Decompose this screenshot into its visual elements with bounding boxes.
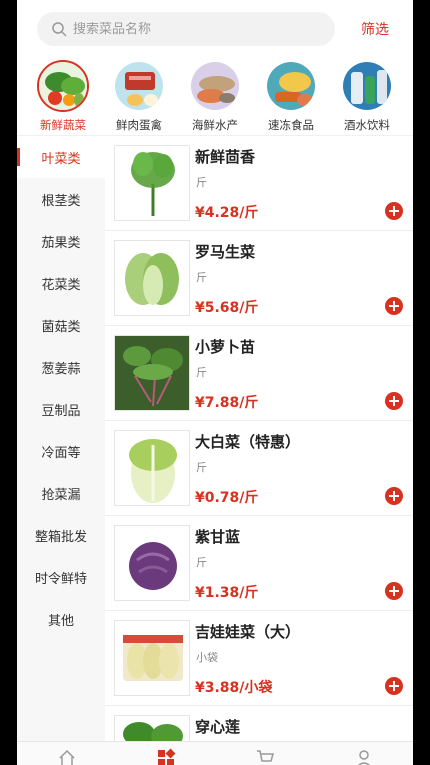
product-price: ¥7.88/斤 bbox=[195, 395, 259, 411]
search-box[interactable] bbox=[37, 12, 335, 46]
sidebar-item-flower[interactable]: 花菜类 bbox=[17, 262, 105, 304]
sidebar-item-leafy[interactable]: 叶菜类 bbox=[17, 136, 105, 178]
add-to-cart-icon[interactable] bbox=[385, 297, 403, 315]
sidebar-item-cold-noodles[interactable]: 冷面等 bbox=[17, 430, 105, 472]
meat-image bbox=[113, 60, 165, 112]
product-price: ¥5.68/斤 bbox=[195, 300, 259, 316]
home-icon bbox=[58, 749, 75, 765]
filter-button[interactable]: 筛选 bbox=[361, 19, 389, 39]
frozen-food-image bbox=[265, 60, 317, 112]
product-price: ¥4.28/斤 bbox=[195, 205, 259, 221]
product-card[interactable]: 罗马生菜 斤 ¥5.68/斤 bbox=[105, 231, 413, 326]
drinks-image bbox=[341, 60, 393, 112]
category-drinks[interactable]: 酒水饮料 bbox=[332, 56, 402, 135]
sidebar-item-onion-ginger-garlic[interactable]: 葱姜蒜 bbox=[17, 346, 105, 388]
sidebar-item-deals[interactable]: 抢菜漏 bbox=[17, 472, 105, 514]
product-unit: 斤 bbox=[196, 461, 207, 474]
search-bar: 筛选 bbox=[17, 0, 413, 56]
tab-category[interactable] bbox=[146, 742, 186, 765]
search-input[interactable] bbox=[73, 21, 313, 37]
product-price: ¥0.78/斤 bbox=[195, 490, 259, 506]
product-unit: 小袋 bbox=[196, 651, 218, 664]
sidebar-item-tofu[interactable]: 豆制品 bbox=[17, 388, 105, 430]
add-to-cart-icon[interactable] bbox=[385, 582, 403, 600]
product-unit: 斤 bbox=[196, 271, 207, 284]
sidebar-item-other[interactable]: 其他 bbox=[17, 598, 105, 640]
tab-profile[interactable] bbox=[344, 742, 384, 765]
romaine-image bbox=[114, 240, 190, 316]
app-screen: 筛选 新鲜蔬菜 bbox=[17, 0, 413, 765]
baby-cabbage-image bbox=[114, 620, 190, 696]
product-card[interactable]: 紫甘蓝 斤 ¥1.38/斤 bbox=[105, 516, 413, 611]
product-card[interactable]: 小萝卜苗 斤 ¥7.88/斤 bbox=[105, 326, 413, 421]
category-fresh-vegetables[interactable]: 新鲜蔬菜 bbox=[28, 56, 98, 135]
category-label: 鲜肉蛋禽 bbox=[116, 118, 162, 132]
add-to-cart-icon[interactable] bbox=[385, 487, 403, 505]
product-card[interactable]: 新鲜茴香 斤 ¥4.28/斤 bbox=[105, 136, 413, 231]
product-list: 新鲜茴香 斤 ¥4.28/斤 罗马生菜 斤 ¥5.68/斤 小萝卜苗 斤 ¥7.… bbox=[105, 136, 413, 741]
category-label: 酒水饮料 bbox=[344, 118, 390, 132]
product-name: 罗马生菜 bbox=[195, 243, 256, 261]
user-icon bbox=[357, 750, 370, 765]
category-label: 速冻食品 bbox=[268, 118, 314, 132]
sidebar-item-wholesale[interactable]: 整箱批发 bbox=[17, 514, 105, 556]
category-seafood[interactable]: 海鲜水产 bbox=[180, 56, 250, 135]
subcategory-sidebar: 叶菜类 根茎类 茄果类 花菜类 菌菇类 葱姜蒜 豆制品 冷面等 抢菜漏 整箱批发… bbox=[17, 136, 105, 741]
search-icon bbox=[52, 22, 67, 37]
cart-icon bbox=[256, 750, 274, 762]
category-label: 新鲜蔬菜 bbox=[40, 118, 86, 132]
napa-cabbage-image bbox=[114, 430, 190, 506]
product-name: 大白菜（特惠） bbox=[195, 433, 301, 451]
category-label: 海鲜水产 bbox=[192, 118, 238, 132]
product-unit: 斤 bbox=[196, 176, 207, 189]
category-row: 新鲜蔬菜 鲜肉蛋禽 海鲜水产 速冻食品 酒水饮料 bbox=[17, 56, 413, 136]
product-name: 吉娃娃菜（大） bbox=[195, 623, 301, 641]
category-icon bbox=[157, 748, 175, 765]
tab-home[interactable] bbox=[47, 742, 87, 765]
product-name: 紫甘蓝 bbox=[195, 528, 241, 546]
sidebar-item-nightshade[interactable]: 茄果类 bbox=[17, 220, 105, 262]
fennel-image bbox=[114, 145, 190, 221]
product-unit: 斤 bbox=[196, 366, 207, 379]
andrographis-image bbox=[114, 715, 190, 741]
red-cabbage-image bbox=[114, 525, 190, 601]
add-to-cart-icon[interactable] bbox=[385, 392, 403, 410]
bottom-tab-bar bbox=[17, 741, 413, 765]
seafood-image bbox=[189, 60, 241, 112]
add-to-cart-icon[interactable] bbox=[385, 202, 403, 220]
sidebar-item-root[interactable]: 根茎类 bbox=[17, 178, 105, 220]
add-to-cart-icon[interactable] bbox=[385, 677, 403, 695]
radish-sprouts-image bbox=[114, 335, 190, 411]
product-price: ¥1.38/斤 bbox=[195, 585, 259, 601]
product-card[interactable]: 穿心莲 bbox=[105, 706, 413, 741]
product-name: 穿心莲 bbox=[195, 718, 241, 736]
product-unit: 斤 bbox=[196, 556, 207, 569]
product-price: ¥3.88/小袋 bbox=[195, 680, 273, 696]
tab-cart[interactable] bbox=[245, 742, 285, 765]
product-card[interactable]: 吉娃娃菜（大） 小袋 ¥3.88/小袋 bbox=[105, 611, 413, 706]
product-name: 新鲜茴香 bbox=[195, 148, 256, 166]
category-frozen-food[interactable]: 速冻食品 bbox=[256, 56, 326, 135]
sidebar-item-mushroom[interactable]: 菌菇类 bbox=[17, 304, 105, 346]
product-name: 小萝卜苗 bbox=[195, 338, 256, 356]
product-card[interactable]: 大白菜（特惠） 斤 ¥0.78/斤 bbox=[105, 421, 413, 516]
sidebar-item-seasonal[interactable]: 时令鲜特 bbox=[17, 556, 105, 598]
vegetables-image bbox=[37, 60, 89, 112]
category-meat-eggs[interactable]: 鲜肉蛋禽 bbox=[104, 56, 174, 135]
